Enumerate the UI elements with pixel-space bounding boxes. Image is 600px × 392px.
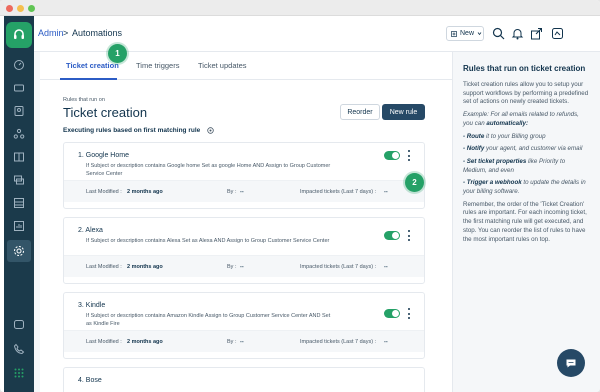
main-content: Ticket creation Time triggers Ticket upd… [34,44,452,392]
chat-widget-button[interactable] [557,349,585,377]
window-titlebar [0,0,600,16]
rule-enabled-toggle[interactable] [384,151,400,160]
impacted-label: Impacted tickets (Last 7 days) : [300,339,377,345]
tab-ticket-creation[interactable]: Ticket creation [66,61,119,70]
impacted-value: -- [384,189,388,195]
active-tab-indicator [60,78,117,80]
rule-description: If Subject or description contains Alexa… [86,238,330,244]
by-value: -- [240,264,244,270]
chat-bubble-icon [566,359,576,367]
modified-label: Last Modified : [86,339,122,345]
rules-label: Rules that run on [63,97,105,103]
search-icon[interactable] [492,27,505,40]
headset-icon [14,29,24,39]
more-options-icon[interactable] [406,150,412,161]
help-example-bold: automatically: [486,119,529,127]
freshchat-icon[interactable] [12,318,26,332]
more-options-icon[interactable] [406,230,412,241]
page-title: Ticket creation [63,105,148,120]
impacted-label: Impacted tickets (Last 7 days) : [300,264,377,270]
rule-name: 3. Kindle [78,302,106,309]
rule-footer: Last Modified : 2 months ago By : -- Imp… [64,330,424,352]
rule-footer: Last Modified : 2 months ago By : -- Imp… [64,180,424,202]
help-webhook-bold: - Trigger a webhook [463,179,522,187]
rule-card[interactable]: 4. Bose [63,367,425,392]
rules-panel: Ticket creation Time triggers Ticket upd… [40,44,452,392]
apps-grid-icon[interactable] [12,366,26,380]
modified-label: Last Modified : [86,189,122,195]
minimize-window-button[interactable] [17,5,24,12]
reorder-button[interactable]: Reorder [340,104,380,120]
help-route-bold: - Route [463,132,485,140]
tab-bar: Ticket creation Time triggers Ticket upd… [40,52,452,80]
rule-card[interactable]: 3. Kindle If Subject or description cont… [63,292,425,359]
new-button[interactable]: New [446,26,484,41]
rule-name: 2. Alexa [78,227,103,234]
more-options-icon[interactable] [406,308,412,319]
by-value: -- [240,339,244,345]
impacted-value: -- [384,339,388,345]
callout-badge-2: 2 [405,173,424,192]
chevron-down-icon [477,32,482,36]
contacts-icon[interactable] [12,104,26,118]
reports-icon[interactable] [12,196,26,210]
callout-badge-1: 1 [108,44,127,63]
dashboard-icon[interactable] [12,58,26,72]
modified-value: 2 months ago [127,189,163,195]
rule-description: If Subject or description contains Amazo… [86,313,331,327]
breadcrumb-current: Automations [72,28,123,38]
groups-icon[interactable] [12,127,26,141]
tab-time-triggers[interactable]: Time triggers [136,61,179,70]
new-button-label: New [460,30,475,37]
analytics-icon[interactable] [12,219,26,233]
notifications-bell-icon[interactable] [511,27,524,40]
modified-value: 2 months ago [127,339,163,345]
help-props-bold: - Set ticket properties [463,157,527,165]
modified-value: 2 months ago [127,264,163,270]
help-notify-text: your agent, and customer via email [486,145,583,153]
help-notify-bold: - Notify [463,145,485,153]
rule-enabled-toggle[interactable] [384,231,400,240]
help-route-text: it to your Billing group [486,132,546,140]
tab-ticket-updates[interactable]: Ticket updates [198,61,247,70]
help-intro: Ticket creation rules allow you to setup… [463,81,589,106]
rule-name: 1. Google Home [78,152,129,159]
by-label: By : [227,339,237,345]
rule-card[interactable]: 1. Google Home If Subject or description… [63,142,425,209]
close-window-button[interactable] [6,5,13,12]
app-logo[interactable] [6,22,32,48]
phone-icon[interactable] [12,342,26,356]
apps-icon[interactable] [551,27,564,40]
admin-gear-icon[interactable] [12,244,26,258]
breadcrumb-admin-link[interactable]: Admin [38,28,64,38]
app-window: Admin > Automations New Ticket creation … [0,0,600,392]
rule-description: If Subject or description contains Googl… [86,163,331,177]
new-rule-button[interactable]: New rule [382,104,425,120]
tickets-icon[interactable] [12,81,26,95]
impacted-value: -- [384,264,388,270]
breadcrumb-separator: > [63,28,69,38]
rule-name: 4. Bose [78,377,102,384]
modified-label: Last Modified : [86,264,122,270]
rule-footer: Last Modified : 2 months ago By : -- Imp… [64,255,424,277]
maximize-window-button[interactable] [28,5,35,12]
help-title: Rules that run on ticket creation [463,64,586,73]
rule-card[interactable]: 2. Alexa If Subject or description conta… [63,217,425,284]
rule-enabled-toggle[interactable] [384,309,400,318]
help-panel: Rules that run on ticket creation Ticket… [452,52,600,392]
impacted-label: Impacted tickets (Last 7 days) : [300,189,377,195]
execution-mode-label: Executing rules based on first matching … [63,127,201,134]
settings-icon[interactable] [207,127,214,134]
by-label: By : [227,189,237,195]
share-icon[interactable] [530,27,543,40]
knowledge-base-icon[interactable] [12,150,26,164]
sidebar [4,16,34,392]
plus-box-icon [451,30,457,37]
forums-icon[interactable] [12,173,26,187]
by-value: -- [240,189,244,195]
by-label: By : [227,264,237,270]
help-remember: Remember, the order of the 'Ticket Creat… [463,200,587,243]
